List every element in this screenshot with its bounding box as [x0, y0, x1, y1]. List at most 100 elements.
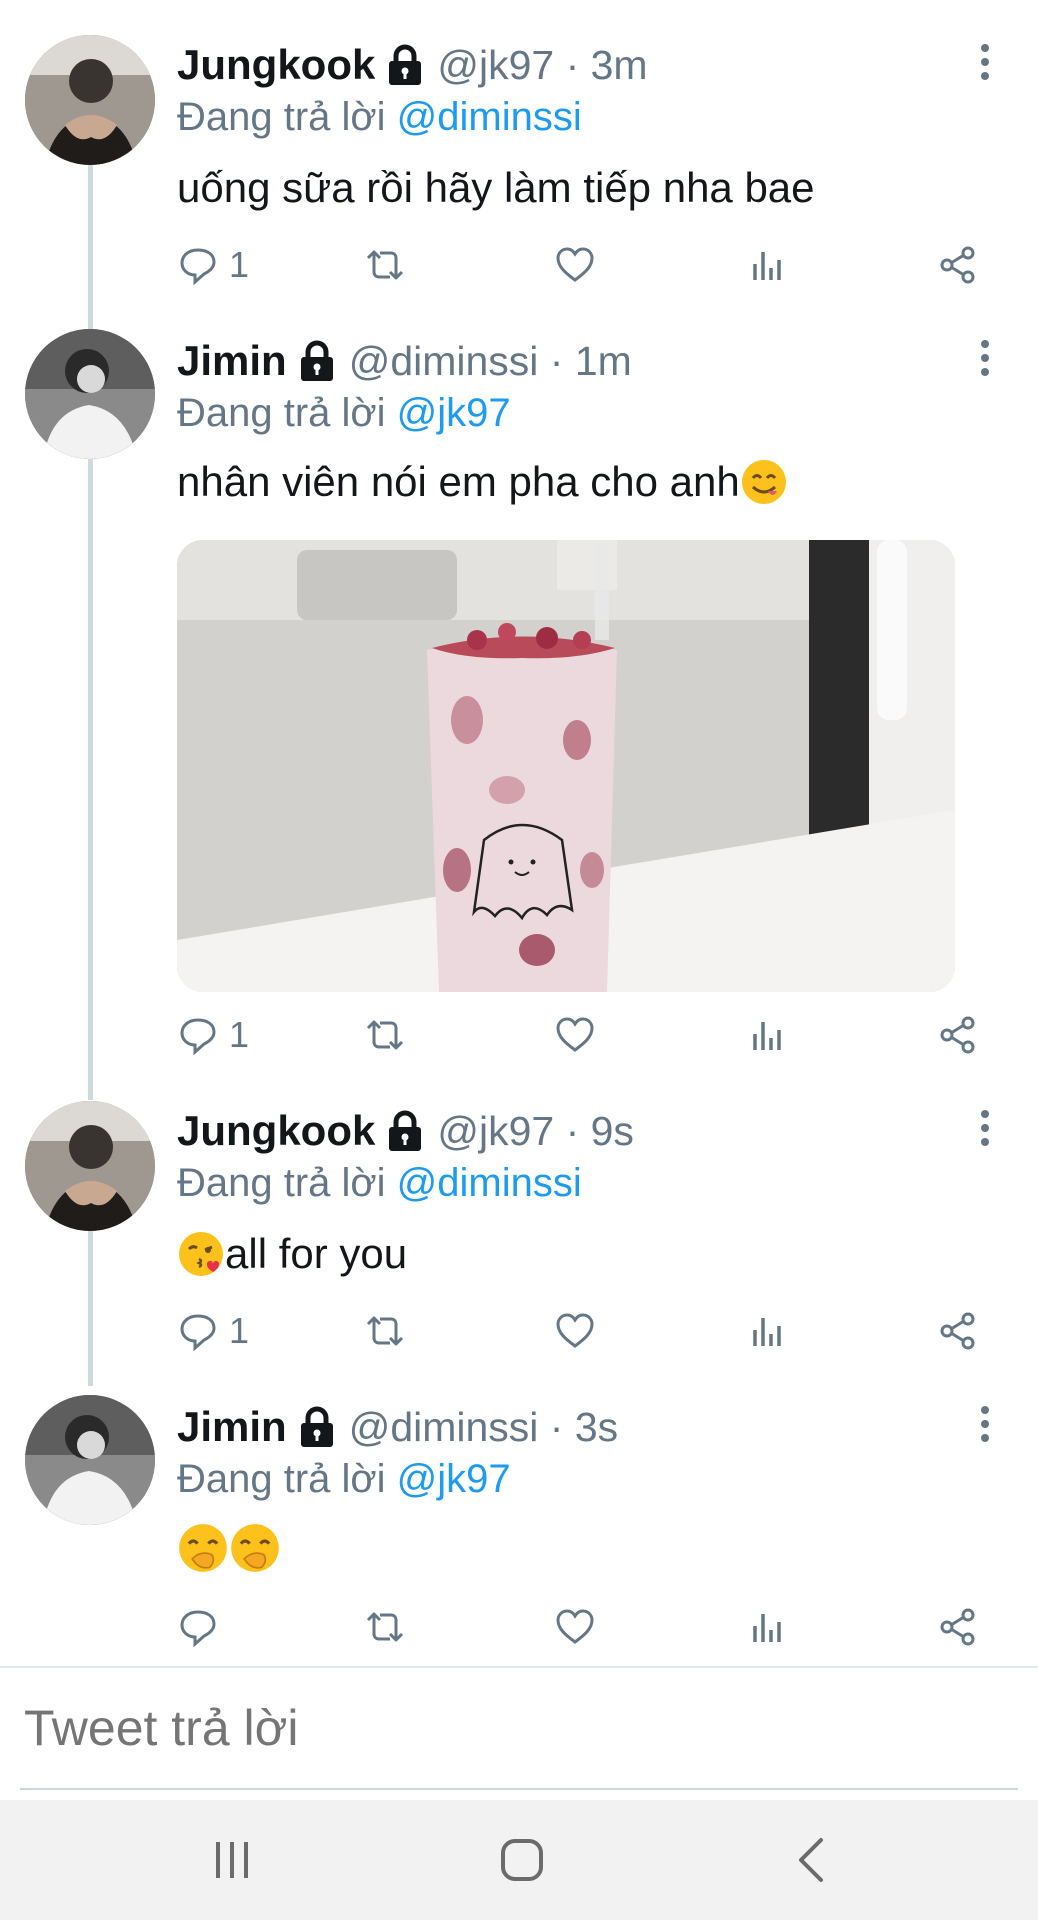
- reply-count: 1: [229, 244, 250, 285]
- analytics-icon: [753, 1022, 781, 1050]
- tweet-text-content: uống sữa rồi hãy làm tiếp nha bae: [177, 164, 815, 211]
- like-button[interactable]: [554, 1602, 596, 1652]
- tweet-text: all for you: [177, 1226, 407, 1282]
- retweet-icon: [366, 250, 404, 280]
- like-button[interactable]: [554, 1306, 596, 1356]
- like-button[interactable]: [554, 1010, 596, 1060]
- reply-composer: [0, 1666, 1038, 1790]
- retweet-icon: [366, 1316, 404, 1346]
- face-with-hand-over-mouth-emoji: [179, 1524, 227, 1572]
- reply-icon: [180, 248, 216, 286]
- display-name[interactable]: Jungkook: [177, 41, 375, 89]
- tweet[interactable]: Jimin @diminssi · 1m Đang trả lời @jk97 …: [0, 296, 1038, 1066]
- avatar-image: [25, 35, 155, 165]
- handle-and-time: @diminssi · 1m: [348, 337, 632, 384]
- avatar[interactable]: [25, 1101, 155, 1231]
- tweet-actions: 1: [177, 1010, 997, 1060]
- analytics-button[interactable]: [747, 1010, 789, 1060]
- replying-to: Đang trả lời @diminssi: [177, 95, 582, 140]
- divider: [20, 1788, 1018, 1790]
- more-vertical-icon[interactable]: [970, 336, 1000, 380]
- share-button[interactable]: [937, 1306, 979, 1356]
- replying-to-prefix: Đang trả lời: [177, 1457, 397, 1501]
- face-with-hand-over-mouth-emoji: [231, 1524, 279, 1572]
- avatar[interactable]: [25, 1395, 155, 1525]
- like-button[interactable]: [554, 240, 596, 290]
- lock-icon: [389, 44, 422, 85]
- replying-to-prefix: Đang trả lời: [177, 95, 397, 139]
- avatar[interactable]: [25, 329, 155, 459]
- display-name[interactable]: Jimin: [177, 337, 287, 385]
- display-name[interactable]: Jungkook: [177, 1107, 375, 1155]
- handle-and-time: @jk97 · 3m: [437, 41, 648, 88]
- replying-to-prefix: Đang trả lời: [177, 1161, 397, 1205]
- tweet-actions: [177, 1602, 997, 1652]
- retweet-icon: [366, 1020, 404, 1050]
- like-icon: [556, 1313, 594, 1348]
- share-button[interactable]: [937, 240, 979, 290]
- share-icon: [940, 1312, 975, 1350]
- back-icon[interactable]: [783, 1830, 843, 1890]
- analytics-icon: [753, 1318, 781, 1346]
- display-name[interactable]: Jimin: [177, 1403, 287, 1451]
- reply-mention-link[interactable]: @jk97: [397, 1457, 511, 1501]
- handle-and-time: @jk97 · 9s: [437, 1107, 634, 1154]
- recent-apps-icon[interactable]: [202, 1830, 262, 1890]
- avatar-image: [25, 329, 155, 459]
- share-icon: [940, 1016, 975, 1054]
- face-blowing-kiss-emoji: [179, 1232, 223, 1276]
- analytics-button[interactable]: [747, 240, 789, 290]
- lock-icon: [300, 340, 333, 381]
- share-button[interactable]: [937, 1602, 979, 1652]
- tweet-text: [177, 1522, 281, 1578]
- drink-photo: [177, 540, 955, 992]
- tweet-header: Jungkook @jk97 · 3m: [177, 40, 648, 90]
- replying-to: Đang trả lời @diminssi: [177, 1161, 582, 1206]
- analytics-icon: [753, 252, 781, 280]
- tweet-header: Jimin @diminssi · 3s: [177, 1402, 618, 1452]
- lock-icon: [389, 1110, 422, 1151]
- more-vertical-icon[interactable]: [970, 1106, 1000, 1150]
- replying-to: Đang trả lời @jk97: [177, 1457, 511, 1502]
- reply-mention-link[interactable]: @diminssi: [397, 95, 582, 139]
- replying-to: Đang trả lời @jk97: [177, 391, 511, 436]
- like-icon: [556, 247, 594, 282]
- reply-icon: [180, 1314, 216, 1352]
- reply-input[interactable]: [22, 1698, 1006, 1758]
- retweet-button[interactable]: [364, 1602, 406, 1652]
- reply-button[interactable]: [177, 1602, 219, 1652]
- like-icon: [556, 1609, 594, 1644]
- reply-mention-link[interactable]: @jk97: [397, 391, 511, 435]
- system-navigation-bar: [0, 1800, 1038, 1920]
- reply-icon: [180, 1610, 216, 1648]
- tweet-text-content: nhân viên nói em pha cho anh: [177, 458, 740, 505]
- reply-button[interactable]: 1: [177, 1010, 249, 1060]
- more-vertical-icon[interactable]: [970, 40, 1000, 84]
- analytics-button[interactable]: [747, 1602, 789, 1652]
- tweet-actions: 1: [177, 240, 997, 290]
- face-savoring-food-emoji: [741, 460, 786, 504]
- tweet-actions: 1: [177, 1306, 997, 1356]
- tweet[interactable]: Jimin @diminssi · 3s Đang trả lời @jk97: [0, 1362, 1038, 1662]
- reply-mention-link[interactable]: @diminssi: [397, 1161, 582, 1205]
- tweet-media-image[interactable]: [177, 540, 955, 992]
- avatar-image: [25, 1101, 155, 1231]
- reply-button[interactable]: 1: [177, 240, 249, 290]
- lock-icon: [300, 1406, 333, 1447]
- tweet-text-content: all for you: [225, 1230, 408, 1277]
- tweet[interactable]: Jungkook @jk97 · 9s Đang trả lời @dimins…: [0, 1066, 1038, 1362]
- more-vertical-icon[interactable]: [970, 1402, 1000, 1446]
- analytics-button[interactable]: [747, 1306, 789, 1356]
- avatar[interactable]: [25, 35, 155, 165]
- home-icon[interactable]: [492, 1830, 552, 1890]
- analytics-icon: [753, 1614, 781, 1642]
- like-icon: [556, 1017, 594, 1052]
- reply-button[interactable]: 1: [177, 1306, 249, 1356]
- tweet[interactable]: Jungkook @jk97 · 3m Đang trả lời @dimins…: [0, 0, 1038, 296]
- tweet-header: Jimin @diminssi · 1m: [177, 336, 632, 386]
- retweet-button[interactable]: [364, 240, 406, 290]
- retweet-button[interactable]: [364, 1306, 406, 1356]
- reply-count: 1: [229, 1310, 250, 1351]
- share-button[interactable]: [937, 1010, 979, 1060]
- retweet-button[interactable]: [364, 1010, 406, 1060]
